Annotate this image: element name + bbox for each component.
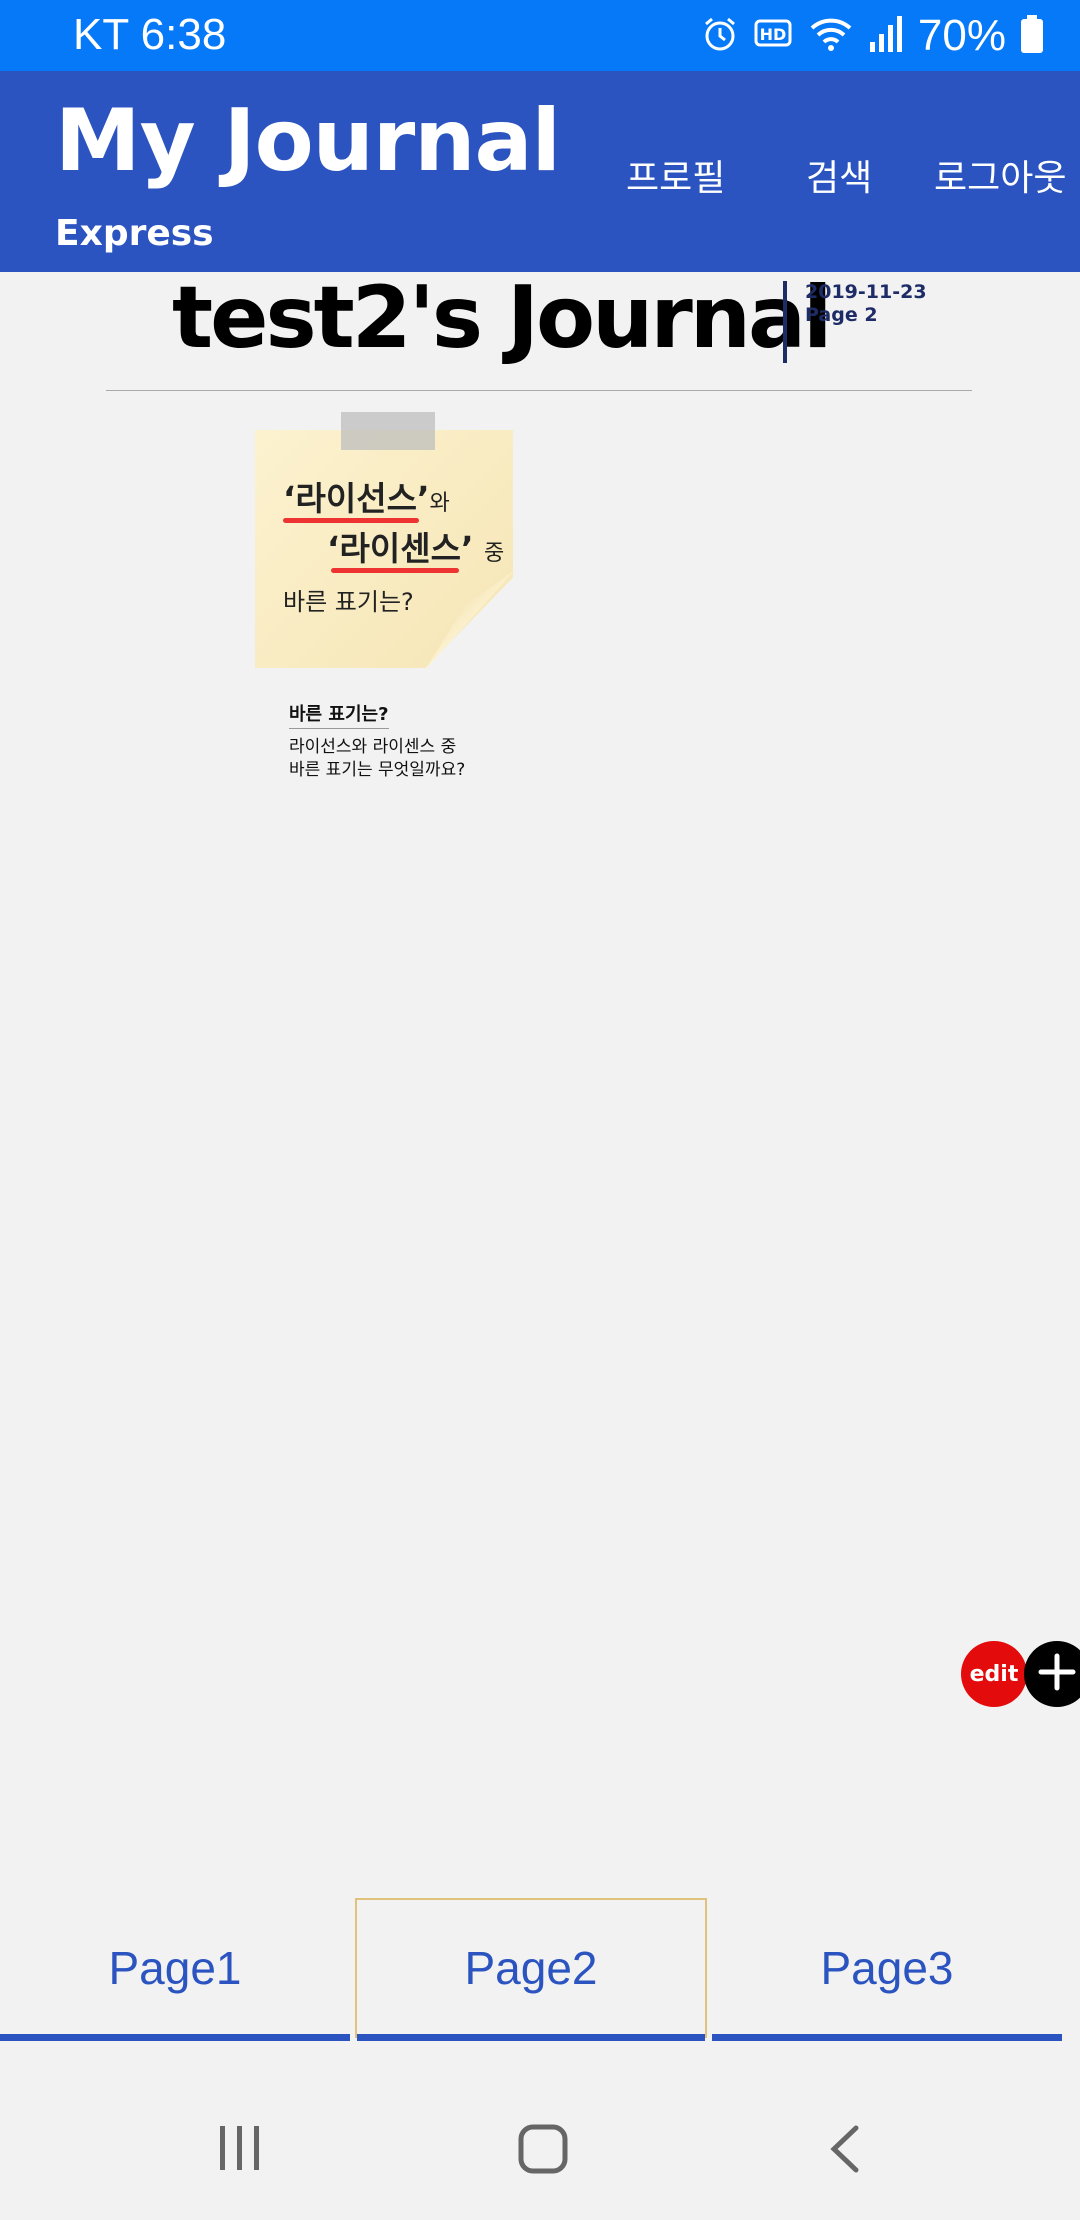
- app-title: My Journal: [55, 91, 561, 191]
- tab-underline: [0, 2034, 350, 2041]
- nav-search-link[interactable]: 검색: [806, 149, 872, 201]
- header-divider: [106, 390, 972, 391]
- app-subtitle: Express: [55, 213, 214, 254]
- status-bar: KT 6:38 HD 70%: [0, 0, 1080, 71]
- journal-page: Page 2: [805, 304, 878, 326]
- sticky-line-1: ‘라이선스’와: [283, 479, 450, 518]
- edit-button[interactable]: edit: [961, 1641, 1027, 1707]
- carrier-time: KT 6:38: [73, 10, 227, 59]
- journal-divider: [783, 281, 787, 363]
- status-icons: HD 70%: [700, 11, 1044, 60]
- recent-apps-icon[interactable]: [218, 2124, 262, 2176]
- tab-underline: [357, 2034, 705, 2041]
- journal-date: 2019-11-23: [805, 281, 927, 303]
- wifi-icon: [808, 14, 854, 58]
- add-button[interactable]: [1024, 1641, 1080, 1707]
- signal-icon: [868, 14, 904, 58]
- journal-card-image[interactable]: ‘라이선스’와 ‘라이센스’ 중 바른 표기는?: [255, 410, 525, 670]
- svg-text:HD: HD: [760, 25, 787, 44]
- tab-page3[interactable]: Page3: [712, 1898, 1062, 2038]
- nav-profile-link[interactable]: 프로필: [626, 149, 725, 201]
- sticky-line-2: ‘라이센스’ 중: [327, 529, 505, 568]
- back-icon[interactable]: [828, 2124, 862, 2178]
- system-nav-bar: [0, 2060, 1080, 2220]
- plus-icon: [1035, 1650, 1079, 1698]
- home-icon[interactable]: [518, 2124, 568, 2178]
- battery-icon: [1020, 14, 1044, 58]
- nav-logout-link[interactable]: 로그아웃: [934, 149, 1066, 201]
- journal-title: test2's Journal: [172, 268, 832, 368]
- card-description: 라이선스와 라이센스 중 바른 표기는 무엇일까요?: [289, 737, 466, 780]
- card-title[interactable]: 바른 표기는?: [289, 700, 389, 729]
- app-header: My Journal Express 프로필 검색 로그아웃: [0, 71, 1080, 272]
- alarm-icon: [700, 14, 740, 58]
- tab-page2[interactable]: Page2: [355, 1898, 707, 2038]
- hd-icon: HD: [754, 17, 794, 55]
- tape: [341, 412, 435, 450]
- journal-meta: 2019-11-23 Page 2: [805, 281, 927, 327]
- tab-underline: [712, 2034, 1062, 2041]
- sticky-line-3: 바른 표기는?: [283, 588, 414, 616]
- tab-page1[interactable]: Page1: [0, 1898, 350, 2038]
- red-underline: [331, 568, 459, 573]
- battery-percent: 70%: [917, 11, 1006, 60]
